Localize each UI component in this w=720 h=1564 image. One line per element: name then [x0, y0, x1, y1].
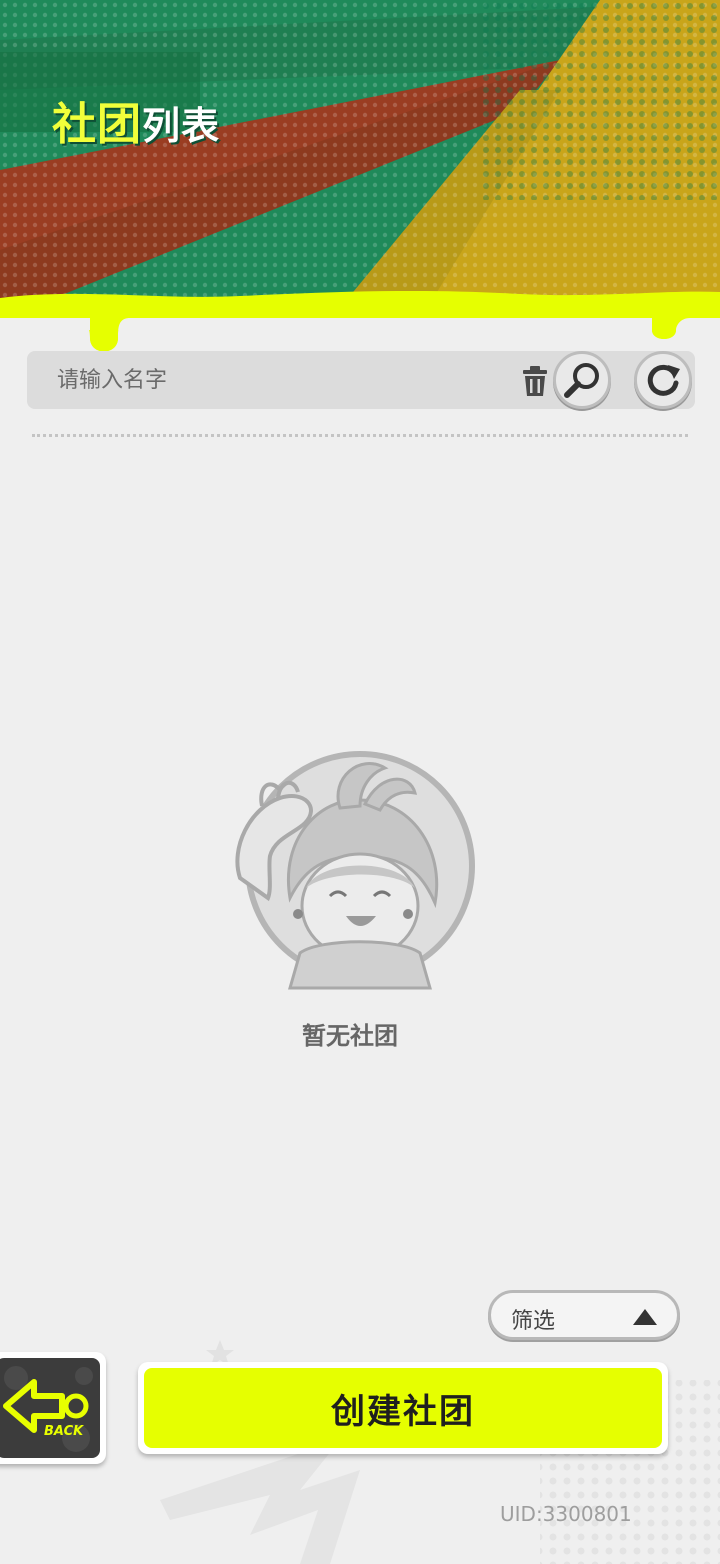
title-part-1: 社团: [52, 99, 142, 150]
back-button[interactable]: BACK: [0, 1352, 106, 1464]
divider: [32, 434, 688, 437]
filter-label: 筛选: [511, 1309, 556, 1334]
search-input[interactable]: [57, 361, 477, 399]
create-club-label: 创建社团: [331, 1391, 475, 1432]
title-part-2: 列表: [142, 104, 221, 148]
create-club-button-face: 创建社团: [144, 1368, 662, 1448]
trash-icon: [523, 366, 547, 396]
empty-state-message: 暂无社团: [302, 1022, 398, 1050]
back-label: BACK: [44, 1424, 84, 1439]
refresh-icon: [647, 364, 680, 396]
create-club-button[interactable]: 创建社团: [138, 1362, 668, 1454]
magnifier-icon: [564, 363, 599, 398]
back-button-face: BACK: [0, 1358, 100, 1458]
header-banner: 社团列表: [0, 0, 720, 370]
clear-button[interactable]: [517, 363, 553, 399]
page-title: 社团列表: [52, 88, 220, 152]
refresh-button[interactable]: [634, 351, 692, 409]
search-button[interactable]: [553, 351, 611, 409]
banner-background: [0, 0, 720, 352]
uid-label: UID:3300801: [500, 1502, 632, 1526]
filter-button[interactable]: 筛选: [488, 1290, 680, 1340]
back-arrow-icon: [3, 1366, 93, 1452]
chevron-up-icon: [633, 1309, 657, 1325]
empty-state-illustration: [210, 738, 490, 998]
